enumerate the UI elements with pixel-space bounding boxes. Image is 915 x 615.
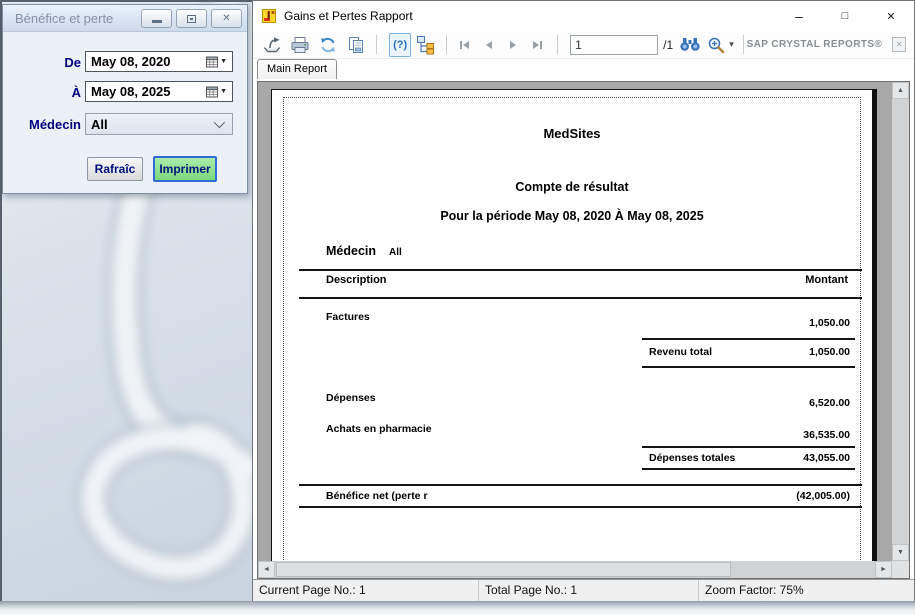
report-line-amount: 6,520.00 xyxy=(809,397,850,409)
report-line-amount: 1,050.00 xyxy=(809,317,850,329)
report-subtotal-label: Dépenses totales xyxy=(649,452,735,464)
medecin-value: All xyxy=(86,117,214,132)
report-filter-row: Médecin All xyxy=(326,242,402,260)
dialog-title: Bénéfice et perte xyxy=(15,11,113,26)
page-number-input[interactable] xyxy=(570,35,658,55)
horizontal-scrollbar-thumb[interactable] xyxy=(276,562,731,577)
scroll-right-icon[interactable]: ► xyxy=(875,561,892,578)
date-dropdown-icon[interactable]: ▼ xyxy=(220,88,227,95)
report-title: Compte de résultat xyxy=(272,180,872,194)
last-page-button[interactable] xyxy=(526,33,548,57)
scrollbar-corner xyxy=(892,561,909,578)
report-divider xyxy=(299,506,862,508)
report-period: Pour la période May 08, 2020 À May 08, 2… xyxy=(272,209,872,223)
benefice-et-perte-dialog: Bénéfice et perte ✕ De May 08, 2020 ▼ À … xyxy=(2,4,248,194)
dialog-titlebar[interactable]: Bénéfice et perte ✕ xyxy=(3,5,247,32)
status-total-page: Total Page No.: 1 xyxy=(479,580,699,601)
refresh-button[interactable]: Rafraîc xyxy=(87,157,143,181)
zoom-button[interactable] xyxy=(705,33,727,57)
scroll-up-icon[interactable]: ▲ xyxy=(892,82,909,99)
calendar-icon[interactable] xyxy=(206,56,218,68)
window-maximize-button[interactable]: □ xyxy=(822,1,868,31)
window-titlebar[interactable]: Gains et Pertes Rapport – □ ✕ xyxy=(253,1,914,31)
previous-page-button[interactable] xyxy=(478,33,500,57)
chevron-down-icon xyxy=(214,117,225,128)
report-net-label: Bénéfice net (perte r xyxy=(326,490,428,502)
report-line-label: Dépenses xyxy=(326,392,376,404)
viewer-statusbar: Current Page No.: 1 Total Page No.: 1 Zo… xyxy=(253,579,914,601)
report-tabbar: Main Report xyxy=(253,59,914,81)
tab-main-report[interactable]: Main Report xyxy=(257,59,337,79)
help-toggle-button[interactable]: (?) xyxy=(389,33,411,57)
window-close-button[interactable]: ✕ xyxy=(868,1,914,31)
report-line-label: Factures xyxy=(326,311,370,323)
export-button[interactable] xyxy=(261,33,283,57)
minimize-icon xyxy=(152,20,162,23)
report-divider xyxy=(642,468,855,470)
date-to-field[interactable]: May 08, 2025 ▼ xyxy=(85,81,233,102)
report-divider xyxy=(642,366,855,368)
maximize-icon xyxy=(187,15,196,23)
report-company-name: MedSites xyxy=(272,126,872,141)
dialog-minimize-button[interactable] xyxy=(141,9,172,28)
date-dropdown-icon[interactable]: ▼ xyxy=(220,58,227,65)
report-page: MedSites Compte de résultat Pour la péri… xyxy=(271,89,877,563)
window-bottom-frame xyxy=(0,601,915,615)
report-view-area: MedSites Compte de résultat Pour la péri… xyxy=(257,81,910,579)
toolbar-separator xyxy=(557,35,558,54)
scroll-left-icon[interactable]: ◄ xyxy=(258,561,275,578)
window-title: Gains et Pertes Rapport xyxy=(284,9,413,23)
date-from-value: May 08, 2020 xyxy=(86,54,206,69)
copy-button[interactable] xyxy=(345,33,367,57)
report-divider xyxy=(642,338,855,340)
crystal-reports-app-icon xyxy=(261,8,277,24)
sap-crystal-reports-logo: SAP CRYSTAL REPORTS® xyxy=(747,39,883,50)
toolbar-separator xyxy=(446,35,447,54)
screen: Bénéfice et perte ✕ De May 08, 2020 ▼ À … xyxy=(0,0,915,615)
status-zoom-factor: Zoom Factor: 75% xyxy=(699,580,914,601)
report-filter-label: Médecin xyxy=(326,244,376,258)
vertical-scrollbar[interactable]: ▲ ▼ xyxy=(892,82,909,561)
date-from-field[interactable]: May 08, 2020 ▼ xyxy=(85,51,233,72)
report-subtotal-label: Revenu total xyxy=(649,346,712,358)
viewer-toolbar: (?) /1 xyxy=(253,31,914,59)
column-header-description: Description xyxy=(326,274,387,286)
date-from-label: De xyxy=(9,55,81,70)
zoom-dropdown-caret-icon[interactable]: ▾ xyxy=(729,39,734,50)
report-subtotal-amount: 43,055.00 xyxy=(803,452,850,464)
report-divider xyxy=(299,484,862,486)
date-to-value: May 08, 2025 xyxy=(86,84,206,99)
dialog-close-button[interactable]: ✕ xyxy=(211,9,242,28)
find-button[interactable] xyxy=(679,33,701,57)
refresh-toolbar-button[interactable] xyxy=(317,33,339,57)
report-line-label: Achats en pharmacie xyxy=(326,423,432,435)
window-minimize-button[interactable]: – xyxy=(776,1,822,31)
report-divider xyxy=(299,297,862,299)
group-tree-toggle-button[interactable] xyxy=(415,33,437,57)
print-button[interactable]: Imprimer xyxy=(153,156,217,182)
medecin-select[interactable]: All xyxy=(85,113,233,135)
toolbar-separator xyxy=(743,35,744,54)
report-subtotal-amount: 1,050.00 xyxy=(809,346,850,358)
report-line-amount: 36,535.00 xyxy=(803,429,850,441)
report-filter-value: All xyxy=(389,247,402,258)
column-header-amount: Montant xyxy=(805,274,848,286)
date-to-label: À xyxy=(9,85,81,100)
page-total-label: /1 xyxy=(663,38,673,52)
calendar-icon[interactable] xyxy=(206,86,218,98)
crystal-reports-window: Gains et Pertes Rapport – □ ✕ (?) xyxy=(252,0,915,601)
toolbar-separator xyxy=(376,35,377,54)
status-current-page: Current Page No.: 1 xyxy=(253,580,479,601)
next-page-button[interactable] xyxy=(502,33,524,57)
report-divider xyxy=(299,269,862,271)
first-page-button[interactable] xyxy=(454,33,476,57)
print-toolbar-button[interactable] xyxy=(289,33,311,57)
toolbar-close-icon[interactable]: ✕ xyxy=(892,37,906,52)
scroll-down-icon[interactable]: ▼ xyxy=(892,544,909,561)
horizontal-scrollbar[interactable]: ◄ ► xyxy=(258,561,892,578)
report-net-amount: (42,005.00) xyxy=(796,490,850,502)
report-divider xyxy=(642,446,855,448)
dialog-maximize-button[interactable] xyxy=(176,9,207,28)
medecin-label: Médecin xyxy=(9,117,81,132)
